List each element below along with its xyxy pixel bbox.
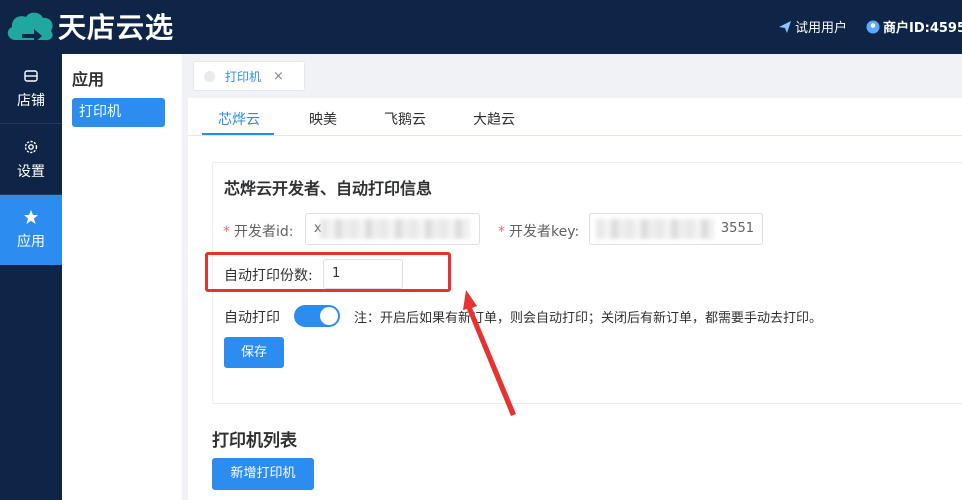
top-header: 天店云选 试用用户 商户ID:45953	[0, 0, 962, 54]
subnav-item-printer[interactable]: 打印机	[72, 98, 165, 127]
auto-print-note: 注：开启后如果有新订单，则会自动打印；关闭后有新订单，都需要手动去打印。	[354, 311, 823, 326]
add-printer-button[interactable]: 新增打印机	[212, 458, 314, 490]
active-tab-indicator	[202, 133, 274, 135]
developer-id-label-text: 开发者id:	[234, 224, 294, 240]
merchant-id-label: 商户ID:45953	[883, 21, 962, 36]
required-mark: *	[498, 224, 505, 240]
user-icon	[866, 20, 880, 33]
annotation-highlight-box	[205, 252, 451, 292]
auto-print-settings-card: 芯烨云开发者、自动打印信息 * 开发者id: x * 开发者key: 3551 自动…	[205, 162, 962, 404]
tab-yingmei[interactable]: 映美	[309, 109, 337, 129]
auto-print-label: 自动打印	[224, 310, 280, 326]
redaction-blur	[596, 219, 714, 239]
send-icon	[779, 20, 791, 33]
developer-key-input[interactable]: 3551	[589, 213, 763, 245]
nav-item-apps[interactable]: 应用	[0, 195, 62, 265]
gear-icon	[24, 140, 38, 153]
cloud-logo-icon	[7, 12, 53, 43]
tab-status-dot	[204, 70, 215, 82]
brand-name: 天店云选	[58, 11, 175, 44]
nav-item-apps-label: 应用	[17, 234, 45, 250]
printer-brand-tabs: 芯烨云 映美 飞鹅云 大趋云	[188, 98, 962, 136]
trial-user-label: 试用用户	[795, 21, 848, 36]
nav-item-store-label: 店铺	[17, 92, 45, 109]
trial-user[interactable]: 试用用户	[778, 17, 847, 36]
developer-id-input[interactable]: x	[305, 213, 480, 245]
logo[interactable]: 天店云选	[4, 8, 174, 48]
tab-daqu-cloud[interactable]: 大趋云	[473, 109, 515, 129]
page-tab-bar: 打印机 ×	[182, 54, 962, 98]
merchant-id: 商户ID:45953	[866, 17, 962, 36]
save-button[interactable]: 保存	[224, 337, 284, 368]
developer-key-label-text: 开发者key:	[509, 224, 580, 240]
auto-print-toggle[interactable]	[294, 305, 340, 327]
page-tab-label: 打印机	[225, 69, 262, 84]
developer-key-value: 3551	[720, 221, 754, 236]
tab-feie-cloud[interactable]: 飞鹅云	[384, 109, 426, 129]
nav-item-settings[interactable]: 设置	[0, 125, 62, 195]
required-mark: *	[223, 224, 230, 240]
printer-list-title: 打印机列表	[212, 431, 297, 451]
sub-sidebar: 应用 打印机	[62, 54, 182, 500]
store-icon	[24, 69, 38, 82]
redaction-blur	[320, 219, 470, 239]
page-tab-printer[interactable]: 打印机 ×	[193, 61, 305, 91]
developer-key-label: * 开发者key:	[498, 221, 579, 241]
card-title: 芯烨云开发者、自动打印信息	[224, 179, 433, 198]
subnav-title: 应用	[72, 70, 105, 89]
nav-item-settings-label: 设置	[17, 163, 45, 180]
close-icon[interactable]: ×	[273, 69, 284, 84]
left-nav: 店铺 设置 应用	[0, 54, 62, 500]
nav-item-store[interactable]: 店铺	[0, 54, 62, 124]
main-panel: 芯烨云 映美 飞鹅云 大趋云 芯烨云开发者、自动打印信息 * 开发者id: x *…	[188, 98, 962, 500]
tab-xinye-cloud[interactable]: 芯烨云	[218, 109, 260, 129]
star-icon	[24, 210, 38, 224]
toggle-knob	[320, 307, 338, 325]
developer-id-label: * 开发者id:	[223, 221, 294, 241]
